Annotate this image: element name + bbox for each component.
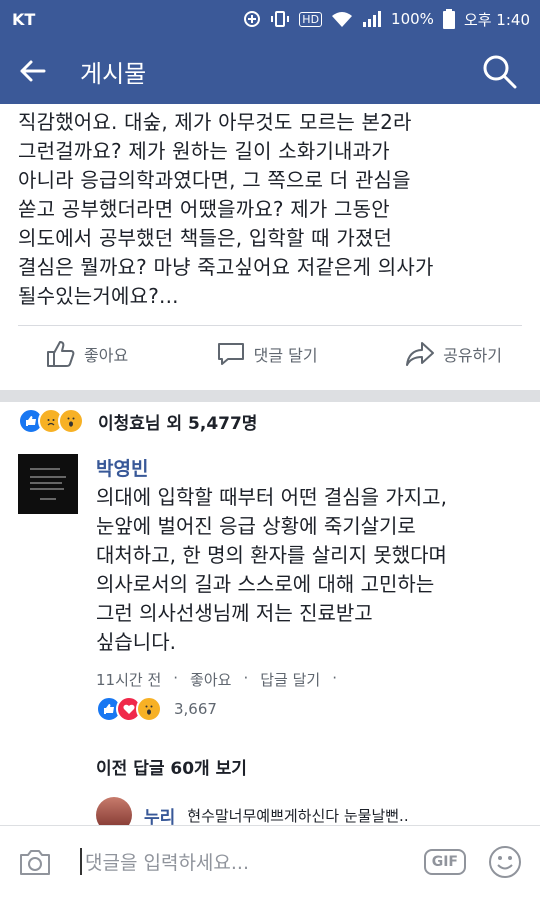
- comment-meta: 11시간 전 · 좋아요 · 답글 달기 ·: [96, 669, 522, 690]
- post-text-line: 될수있는거에요?...: [18, 284, 179, 308]
- post-text-line: 의도에서 공부했던 책들은, 입학할 때 가졌던: [18, 226, 393, 250]
- wifi-icon: [332, 12, 353, 27]
- comment-like-button[interactable]: 좋아요: [190, 669, 231, 690]
- comment-label: 댓글 달기: [253, 346, 318, 365]
- comment-input[interactable]: 댓글을 입력하세요...: [80, 848, 424, 875]
- comment-input-bar: 댓글을 입력하세요... GIF: [0, 825, 540, 897]
- post-text: 직감했어요. 대숲, 제가 아무것도 모르는 본2라 그런걸까요? 제가 원하는…: [0, 104, 540, 311]
- comment-reaction-icons: [96, 696, 162, 722]
- comment-body: 박영빈 의대에 입학할 때부터 어떤 결심을 가지고, 눈앞에 벌어진 응급 상…: [96, 454, 522, 722]
- page-title: 게시물: [80, 59, 147, 88]
- comment-author[interactable]: 박영빈: [96, 454, 522, 481]
- meta-separator: ·: [332, 669, 337, 687]
- status-bar: KT HD 100% 오후 1:40: [0, 0, 540, 38]
- share-button[interactable]: 공유하기: [405, 340, 502, 368]
- post-text-line: 결심은 뭘까요? 마냥 죽고싶어요 저같은게 의사가: [18, 255, 434, 279]
- signal-icon: [363, 11, 382, 27]
- post-action-bar: 좋아요 댓글 달기 공유하기: [18, 325, 522, 382]
- like-label: 좋아요: [84, 346, 129, 365]
- comment-button[interactable]: 댓글 달기: [216, 340, 318, 368]
- post-text-line: 그런걸까요? 제가 원하는 길이 소화기내과가: [18, 139, 390, 163]
- comment-text: 의대에 입학할 때부터 어떤 결심을 가지고, 눈앞에 벌어진 응급 상황에 죽…: [96, 483, 522, 657]
- wow-reaction-icon: [58, 408, 84, 434]
- reply-author[interactable]: 누리: [144, 803, 175, 828]
- comment-bubble-icon: [217, 343, 244, 365]
- reactions-summary[interactable]: 이청효님 외 5,477명: [0, 402, 540, 440]
- post-text-line: 직감했어요. 대숲, 제가 아무것도 모르는 본2라: [18, 110, 412, 134]
- comment-text-line: 의대에 입학할 때부터 어떤 결심을 가지고,: [96, 485, 447, 509]
- hd-icon: HD: [299, 11, 323, 27]
- view-previous-replies[interactable]: 이전 답글 60개 보기: [96, 754, 540, 779]
- back-arrow-icon[interactable]: [18, 59, 46, 83]
- comment-text-line: 눈앞에 벌어진 응급 상황에 죽기살기로: [96, 514, 416, 538]
- avatar[interactable]: [18, 454, 78, 514]
- battery-icon: [442, 9, 455, 29]
- comment-reply-button[interactable]: 답글 달기: [260, 669, 320, 690]
- comment-text-line: 대처하고, 한 명의 환자를 살리지 못했다며: [96, 543, 447, 567]
- post-text-line: 쏟고 공부했더라면 어땠을까요? 제가 그동안: [18, 197, 390, 221]
- wow-reaction-icon: [136, 696, 162, 722]
- meta-separator: ·: [173, 669, 179, 687]
- emoji-icon[interactable]: [488, 845, 522, 879]
- like-button[interactable]: 좋아요: [46, 340, 128, 368]
- share-arrow-icon: [406, 342, 435, 366]
- reaction-icons: [18, 408, 84, 434]
- comment-text-line: 싶습니다.: [96, 630, 176, 654]
- post-text-line: 아니라 응급의학과였다면, 그 쪽으로 더 관심을: [18, 168, 411, 192]
- share-label: 공유하기: [443, 346, 502, 365]
- vibrate-icon: [271, 11, 290, 27]
- battery-percent: 100%: [391, 10, 434, 28]
- search-icon[interactable]: [482, 54, 518, 90]
- comment-text-line: 그런 의사선생님께 저는 진료받고: [96, 601, 373, 625]
- section-divider: [0, 390, 540, 402]
- thumbs-up-icon: [47, 341, 75, 367]
- comment-text-line: 의사로서의 길과 스스로에 대해 고민하는: [96, 572, 435, 596]
- comment-timestamp: 11시간 전: [96, 671, 162, 689]
- reply-text: 현수말너무예쁘게하신다 눈물날뻔..: [187, 806, 409, 825]
- clock: 오후 1:40: [463, 10, 530, 29]
- meta-separator: ·: [243, 669, 249, 687]
- comment-reactions[interactable]: 3,667: [96, 696, 522, 722]
- status-icons: HD 100% 오후 1:40: [243, 9, 530, 30]
- gif-button[interactable]: GIF: [423, 848, 466, 875]
- carrier-label: KT: [12, 9, 36, 29]
- app-bar: 게시물: [0, 38, 540, 104]
- comment-reaction-count: 3,667: [174, 700, 217, 718]
- data-saver-icon: [244, 11, 261, 27]
- reactions-count: 이청효님 외 5,477명: [98, 413, 258, 434]
- camera-icon[interactable]: [18, 847, 52, 877]
- comment: 박영빈 의대에 입학할 때부터 어떤 결심을 가지고, 눈앞에 벌어진 응급 상…: [0, 440, 540, 722]
